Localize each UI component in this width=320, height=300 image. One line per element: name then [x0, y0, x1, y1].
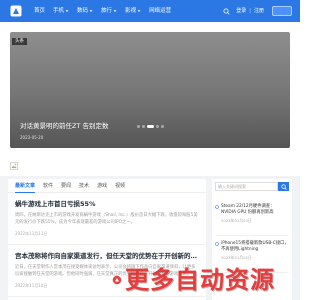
article-list-card: 最新文章 软件 要闻 技术 游戏 视频 蜗牛游戏上市首日亏损55% 周四，在纳斯…: [8, 179, 206, 300]
chevron-down-icon: [137, 9, 141, 13]
tab-tech[interactable]: 技术: [79, 183, 89, 189]
sidebar-search-button[interactable]: [278, 182, 289, 191]
article-item[interactable]: 宫本茂称将作向自家渠道发行，但任天堂的优势在于开创新的游戏体验 近日，任天堂制作…: [8, 245, 206, 297]
hero-pagination: [10, 125, 290, 128]
site-logo-icon[interactable]: [10, 5, 22, 17]
nav-item-label: 影视: [125, 7, 137, 14]
nav-item-label: 网络运营: [149, 7, 172, 14]
chevron-down-icon: [113, 9, 117, 13]
sidebar-article-item[interactable]: Steam 22/12月硬件调查：NVIDIA GPU 份额再创新高 2023年…: [215, 199, 289, 236]
slide-dot[interactable]: [141, 125, 145, 128]
nav-item-phone[interactable]: 手机: [53, 8, 69, 15]
sidebar-article-date: 2023年01月03日: [221, 218, 252, 223]
tab-games[interactable]: 游戏: [97, 183, 107, 189]
article-summary: 周四，在纳斯达克上市的游戏开发商蜗牛游戏（Snail, Inc.）股价首日大幅下…: [15, 213, 198, 225]
tab-news[interactable]: 要闻: [61, 183, 71, 189]
article-summary: 近日，任天堂制作人宫本茂在接受媒体采访时表示，公司会将旗下作品向自家渠道倾斜，让…: [15, 265, 196, 277]
nav-item-video[interactable]: 影视: [125, 8, 141, 15]
sidebar-article-text: iPhone15将搭载新款USB-C接口，不再使用Lightning 2023年…: [221, 241, 289, 260]
register-link[interactable]: 注册: [254, 8, 264, 15]
sidebar-search-input[interactable]: [215, 182, 278, 191]
nav-item-label: 手机: [53, 7, 65, 14]
search-icon[interactable]: [223, 8, 230, 15]
slide-dot[interactable]: [160, 125, 164, 128]
hero-date: 2023-05-20: [20, 135, 44, 140]
slide-dot[interactable]: [136, 125, 140, 128]
article-date: 2022年11月11日: [15, 231, 48, 236]
list-bullet-icon: [215, 242, 219, 246]
article-item[interactable]: 蜗牛游戏上市首日亏损55% 周四，在纳斯达克上市的游戏开发商蜗牛游戏（Snail…: [8, 193, 206, 245]
login-link[interactable]: 登录: [236, 8, 246, 15]
sidebar-article-date: 2023年01月02日: [221, 255, 252, 260]
headline-badge: 头条: [12, 38, 27, 45]
sidebar: Steam 22/12月硬件调查：NVIDIA GPU 份额再创新高 2023年…: [212, 179, 292, 300]
nav-item-digital[interactable]: 数码: [77, 8, 93, 15]
sidebar-article-title[interactable]: iPhone15将搭载新款USB-C接口，不再使用Lightning: [221, 241, 289, 253]
nav-item-label: 旅行: [101, 7, 113, 14]
search-icon: [280, 183, 287, 190]
sidebar-article-text: Steam 22/12月硬件调查：NVIDIA GPU 份额再创新高 2023年…: [221, 204, 289, 223]
slide-dot[interactable]: [155, 125, 159, 128]
sidebar-article-item[interactable]: iPhone15将搭载新款USB-C接口，不再使用Lightning 2023年…: [215, 236, 289, 273]
header-action-button[interactable]: [272, 6, 292, 16]
sidebar-article-list: Steam 22/12月硬件调查：NVIDIA GPU 份额再创新高 2023年…: [212, 191, 292, 273]
list-bullet-icon: [215, 205, 219, 209]
header-actions: 登录 | 注册: [223, 0, 292, 22]
article-title[interactable]: 蜗牛游戏上市首日亏损55%: [15, 200, 199, 209]
broken-image-icon[interactable]: [10, 162, 18, 170]
nav-item-label: 首页: [34, 7, 46, 14]
slide-dot[interactable]: [146, 125, 154, 128]
hero-banner[interactable]: 头条 对话黄景明的前任ZT 告别定数 2023-05-20: [10, 32, 290, 148]
article-title[interactable]: 宫本茂称将作向自家渠道发行，但任天堂的优势在于开创新的游戏体验: [15, 252, 199, 261]
tab-software[interactable]: 软件: [43, 183, 53, 189]
nav-item-home[interactable]: 首页: [34, 8, 45, 15]
nav-item-travel[interactable]: 旅行: [101, 8, 117, 15]
nav-item-label: 数码: [77, 7, 89, 14]
tab-latest[interactable]: 最新文章: [15, 183, 36, 193]
sidebar-search: [215, 182, 289, 191]
article-date: 2022年11月10日: [15, 283, 48, 288]
tab-video[interactable]: 视频: [115, 183, 125, 189]
main-nav: 首页 手机 数码 旅行 影视 网络运营: [34, 0, 171, 22]
header-divider: |: [249, 7, 251, 14]
top-nav-bar: 首页 手机 数码 旅行 影视 网络运营 登录 | 注册: [0, 0, 300, 22]
nav-item-network-ops[interactable]: 网络运营: [149, 8, 171, 15]
article-tabs: 最新文章 软件 要闻 技术 游戏 视频: [8, 179, 206, 193]
chevron-down-icon: [89, 9, 93, 13]
sidebar-article-title[interactable]: Steam 22/12月硬件调查：NVIDIA GPU 份额再创新高: [221, 204, 289, 216]
chevron-down-icon: [65, 9, 69, 13]
